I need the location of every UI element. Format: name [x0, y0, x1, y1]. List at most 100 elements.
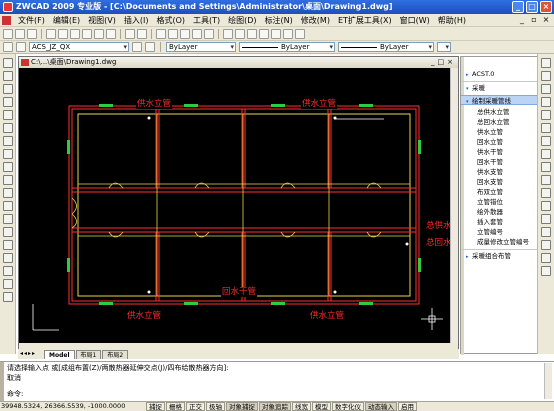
- hatch-icon[interactable]: [271, 28, 281, 39]
- command-prompt[interactable]: 命令:: [7, 389, 23, 399]
- mirror-icon[interactable]: [541, 84, 551, 94]
- panel-item-riser-number[interactable]: 立管编号: [461, 227, 503, 237]
- tab-layout1[interactable]: 布局1: [75, 350, 102, 359]
- extend-icon[interactable]: [541, 201, 551, 211]
- help-icon[interactable]: [295, 28, 305, 39]
- print-preview-icon[interactable]: [58, 28, 68, 39]
- redo-icon[interactable]: [137, 28, 147, 39]
- copy-object-icon[interactable]: [541, 71, 551, 81]
- erase-icon[interactable]: [541, 58, 551, 68]
- fillet-icon[interactable]: [541, 253, 551, 263]
- design-center-icon[interactable]: [235, 28, 245, 39]
- linetype-select[interactable]: ByLayer: [239, 42, 335, 52]
- properties-icon[interactable]: [223, 28, 233, 39]
- panel-item-main-return-riser[interactable]: 总回水立管: [461, 117, 510, 127]
- new-icon[interactable]: [3, 28, 13, 39]
- otrack-toggle[interactable]: 对象追踪: [259, 402, 291, 411]
- tablet-toggle[interactable]: 数字化仪: [332, 402, 364, 411]
- arc-icon[interactable]: [3, 123, 13, 133]
- lineweight-toggle[interactable]: 线宽: [292, 402, 311, 411]
- trim-icon[interactable]: [541, 188, 551, 198]
- explode-icon[interactable]: [541, 266, 551, 276]
- enable-toggle[interactable]: 启用: [398, 402, 417, 411]
- plotstyle-select[interactable]: [437, 42, 451, 52]
- ellipse-icon[interactable]: [3, 175, 13, 185]
- menu-window[interactable]: 窗口(W): [396, 14, 434, 27]
- table-icon[interactable]: [3, 279, 13, 289]
- spline-icon[interactable]: [3, 162, 13, 172]
- revcloud-icon[interactable]: [3, 149, 13, 159]
- panel-item-return-riser[interactable]: 回水立管: [461, 137, 503, 147]
- color-select[interactable]: ByLayer: [166, 42, 236, 52]
- break-icon[interactable]: [541, 214, 551, 224]
- menu-tools[interactable]: 工具(T): [189, 14, 224, 27]
- mtext-icon[interactable]: [3, 292, 13, 302]
- panel-item-supply-riser[interactable]: 供水立管: [461, 127, 503, 137]
- command-window-grip[interactable]: [0, 362, 4, 402]
- zoom-previous-icon[interactable]: [192, 28, 202, 39]
- block-icon[interactable]: [283, 28, 293, 39]
- polar-toggle[interactable]: 极轴: [206, 402, 225, 411]
- pan-icon[interactable]: [156, 28, 166, 39]
- scale-icon[interactable]: [541, 149, 551, 159]
- layer-manager-icon[interactable]: [259, 28, 269, 39]
- lengthen-icon[interactable]: [541, 175, 551, 185]
- save-icon[interactable]: [27, 28, 37, 39]
- join-icon[interactable]: [541, 227, 551, 237]
- panel-item-batch-riser-number[interactable]: 成量修改立管编号: [461, 237, 529, 247]
- layer-properties-icon[interactable]: [3, 42, 13, 52]
- tab-model[interactable]: Model: [44, 350, 75, 359]
- move-icon[interactable]: [541, 123, 551, 133]
- menu-et-tools[interactable]: ET扩展工具(X): [334, 14, 396, 27]
- undo-icon[interactable]: [125, 28, 135, 39]
- layer-previous-icon[interactable]: [145, 42, 155, 52]
- panel-item-return-main[interactable]: 回水干管: [461, 157, 503, 167]
- panel-item-acst[interactable]: ▸ ACST.0: [461, 69, 494, 79]
- circle-icon[interactable]: [3, 136, 13, 146]
- hatch-draw-icon[interactable]: [3, 240, 13, 250]
- tool-palette-icon[interactable]: [247, 28, 257, 39]
- menu-insert[interactable]: 插入(I): [120, 14, 153, 27]
- layer-select[interactable]: ACS_JZ_QX: [29, 42, 129, 52]
- polygon-icon[interactable]: [3, 97, 13, 107]
- tab-nav-buttons[interactable]: ◂◂▸▸: [20, 350, 36, 357]
- panel-item-heating-combo[interactable]: ▸ 采暖组合布管: [461, 251, 511, 261]
- doc-close-button[interactable]: ×: [541, 15, 551, 25]
- menu-dimension[interactable]: 标注(N): [261, 14, 297, 27]
- gradient-icon[interactable]: [3, 253, 13, 263]
- tab-layout2[interactable]: 布局2: [102, 350, 129, 359]
- snap-toggle[interactable]: 捕捉: [146, 402, 165, 411]
- drawing-window-controls[interactable]: _□×: [431, 57, 456, 68]
- panel-item-main-supply-riser[interactable]: 总供水立管: [461, 107, 510, 117]
- array-icon[interactable]: [541, 110, 551, 120]
- panel-item-supply-main[interactable]: 供水干管: [461, 147, 503, 157]
- polyline-icon[interactable]: [3, 84, 13, 94]
- lineweight-select[interactable]: ByLayer: [338, 42, 434, 52]
- menu-file[interactable]: 文件(F): [14, 14, 49, 27]
- menu-help[interactable]: 帮助(H): [434, 14, 470, 27]
- osnap-toggle[interactable]: 对象捕捉: [226, 402, 258, 411]
- stretch-icon[interactable]: [541, 162, 551, 172]
- offset-icon[interactable]: [541, 97, 551, 107]
- region-icon[interactable]: [3, 266, 13, 276]
- menu-format[interactable]: 格式(O): [152, 14, 189, 27]
- close-button[interactable]: ×: [540, 1, 552, 13]
- make-current-layer-icon[interactable]: [132, 42, 142, 52]
- panel-item-heating[interactable]: ▾ 采暖: [461, 83, 485, 93]
- lightbulb-icon[interactable]: [16, 42, 26, 52]
- chamfer-icon[interactable]: [541, 240, 551, 250]
- zoom-window-icon[interactable]: [180, 28, 190, 39]
- minimize-button[interactable]: _: [512, 1, 524, 13]
- menu-modify[interactable]: 修改(M): [297, 14, 334, 27]
- print-icon[interactable]: [46, 28, 56, 39]
- panel-item-supply-branch[interactable]: 供水支管: [461, 167, 503, 177]
- panel-item-riser-offset[interactable]: 立管错位: [461, 197, 503, 207]
- drawing-vertical-scrollbar[interactable]: [450, 68, 458, 343]
- menu-draw[interactable]: 绘图(D): [224, 14, 260, 27]
- document-icon[interactable]: [2, 16, 11, 25]
- menu-edit[interactable]: 编辑(E): [49, 14, 84, 27]
- drawing-canvas[interactable]: 供水立管 供水立管 总供水立管 总回水立管 回水干管 供水立管 供水立管: [19, 68, 458, 343]
- panel-item-return-branch[interactable]: 回水支管: [461, 177, 503, 187]
- panel-item-double-riser[interactable]: 布双立管: [461, 187, 503, 197]
- panel-item-radiator[interactable]: 绘外散器: [461, 207, 503, 217]
